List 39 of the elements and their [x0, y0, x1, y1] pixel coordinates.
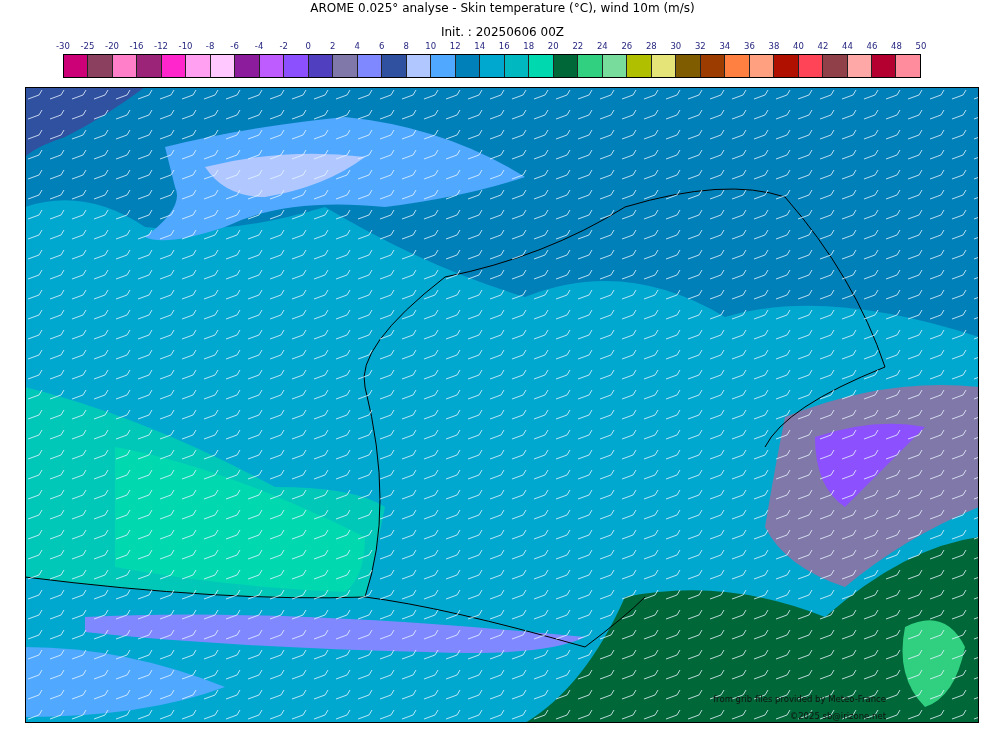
- colorbar-tick-label: 24: [596, 41, 608, 52]
- colorbar-tick-label: 44: [842, 41, 853, 52]
- colorbar-tick-label: 16: [498, 41, 510, 52]
- colorbar-tick-label: 6: [378, 41, 385, 52]
- colorbar-tick-label: 36: [744, 41, 755, 52]
- colorbar-tick-label: -20: [105, 41, 119, 52]
- colorbar-tick-label: -6: [230, 41, 239, 52]
- colorbar-tick-label: 40: [793, 41, 804, 52]
- colorbar-tick-label: -8: [205, 41, 215, 52]
- colorbar-tick-label: 38: [768, 41, 780, 52]
- colorbar-tick-label: 10: [425, 41, 437, 52]
- colorbar-tick-label: 50: [915, 41, 927, 52]
- colorbar-tick-label: 0: [305, 41, 311, 52]
- colorbar-tick-label: -16: [129, 41, 144, 52]
- colorbar-tick-label: 48: [891, 41, 902, 52]
- colorbar-tick-label: 30: [670, 41, 682, 52]
- colorbar-tick-label: 46: [866, 41, 878, 52]
- colorbar-tick-label: 8: [403, 41, 409, 52]
- colorbar-tick-label: 34: [719, 41, 731, 52]
- colorbar-tick-label: 32: [694, 41, 706, 52]
- colorbar-tick-label: 26: [621, 41, 633, 52]
- colorbar-tick-label: -12: [154, 41, 168, 52]
- colorbar-tick-label: -2: [279, 41, 288, 52]
- colorbar-tick-label: 2: [329, 41, 336, 52]
- colorbar-tick-label: 14: [474, 41, 486, 52]
- colorbar-tick-label: -4: [254, 41, 264, 52]
- colorbar-tick-label: 4: [354, 41, 360, 52]
- chart-subtitle: Init. : 20250606 00Z: [440, 25, 565, 40]
- credit-text: from grib files provided by Meteo-France: [713, 694, 886, 704]
- colorbar-tick-label: 20: [547, 41, 559, 52]
- colorbar-tick-label: -30: [56, 41, 70, 52]
- colorbar-tick-label: 12: [449, 41, 461, 52]
- chart-title: AROME 0.025° analyse - Skin temperature (°C), wind 10m (m/s): [310, 1, 695, 16]
- colorbar-tick-label: 42: [817, 41, 829, 52]
- colorbar-tick-label: 18: [523, 41, 535, 52]
- colorbar-tick-label: 28: [645, 41, 657, 52]
- colorbar-tick-label: -10: [178, 41, 193, 52]
- colorbar-tick-label: -25: [80, 41, 95, 52]
- colorbar-tick-label: 22: [572, 41, 584, 52]
